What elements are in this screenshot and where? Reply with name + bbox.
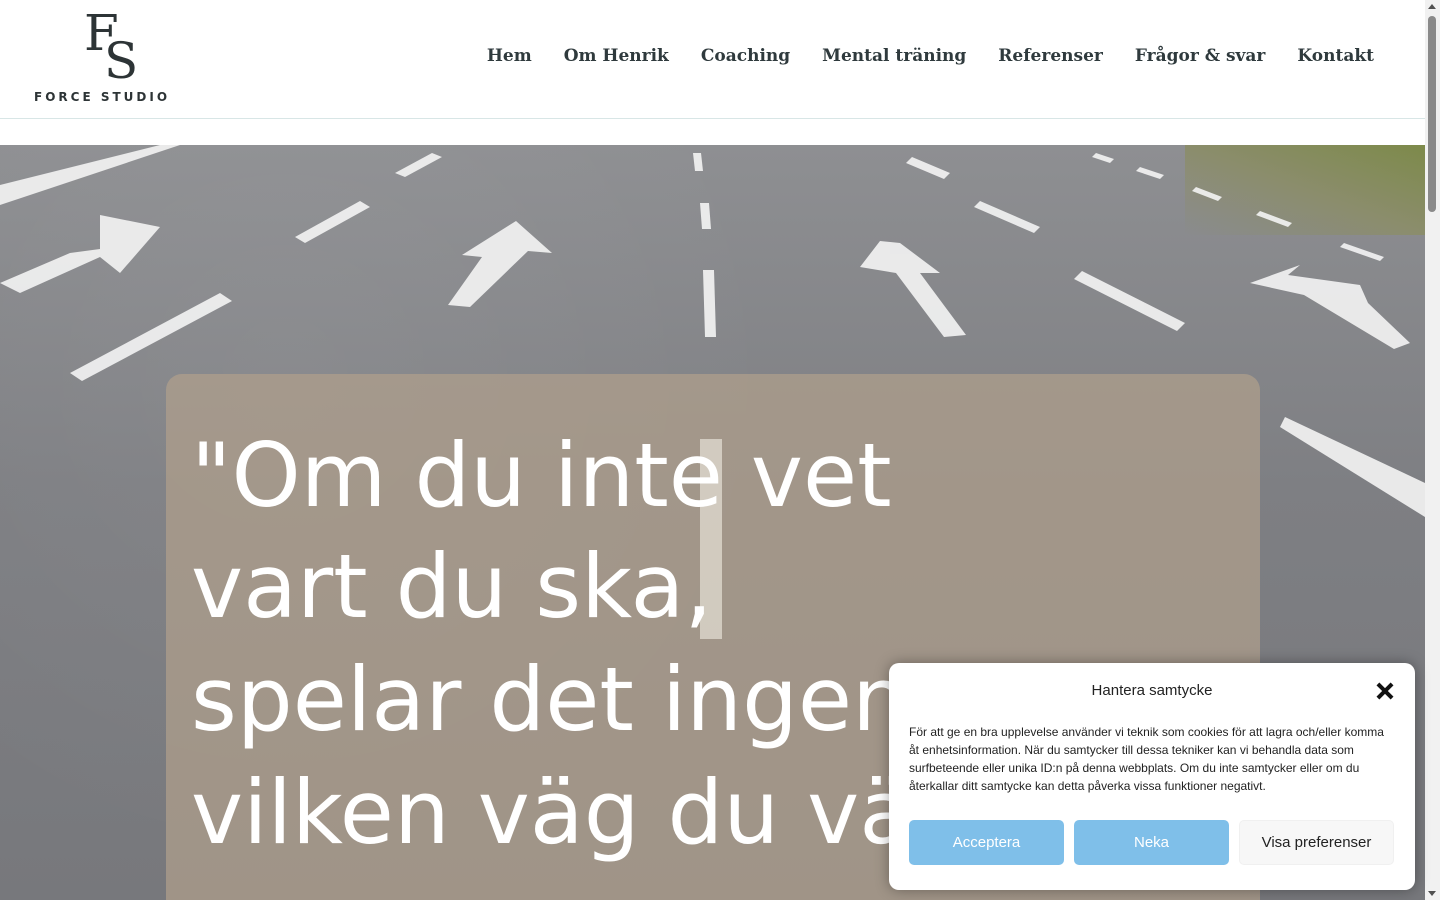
cookie-consent-dialog: Hantera samtycke För att ge en bra upple… [889,663,1415,890]
nav-item-coaching[interactable]: Coaching [701,46,790,66]
accept-button[interactable]: Acceptera [909,820,1064,865]
consent-buttons: Acceptera Neka Visa preferenser [909,820,1394,865]
nav-item-mental-traning[interactable]: Mental träning [822,46,966,66]
nav-item-om-henrik[interactable]: Om Henrik [564,46,669,66]
logo-text: FORCE STUDIO [34,90,171,104]
nav-item-kontakt[interactable]: Kontakt [1297,46,1374,66]
hero-quote-line-3: spelar det ingen [191,648,908,751]
scroll-down-arrow-icon[interactable] [1428,891,1436,896]
consent-title: Hantera samtycke [1091,682,1213,699]
consent-text: För att ge en bra upplevelse använder vi… [909,725,1384,793]
hero-quote-line-4: vilken väg du väl [191,761,938,864]
force-studio-logo[interactable]: F S FORCE STUDIO [34,8,190,104]
nav-item-hem[interactable]: Hem [487,46,532,66]
logo-mark-icon: F S [82,8,142,90]
scroll-up-arrow-icon[interactable] [1428,4,1436,9]
nav-item-referenser[interactable]: Referenser [998,46,1103,66]
main-nav: Hem Om Henrik Coaching Mental träning Re… [487,46,1374,66]
close-icon[interactable] [1375,681,1395,701]
scrollbar-thumb[interactable] [1428,16,1436,212]
view-preferences-button[interactable]: Visa preferenser [1239,820,1394,865]
site-header: F S FORCE STUDIO Hem Om Henrik Coaching … [0,0,1425,119]
page-scrollbar[interactable] [1425,0,1440,900]
hero-quote-line-1: "Om du inte vet [191,424,892,527]
logo-mark-s: S [104,32,139,90]
deny-button[interactable]: Neka [1074,820,1229,865]
hero-quote-line-2: vart du ska, [191,535,713,638]
nav-item-fragor-svar[interactable]: Frågor & svar [1135,46,1266,66]
